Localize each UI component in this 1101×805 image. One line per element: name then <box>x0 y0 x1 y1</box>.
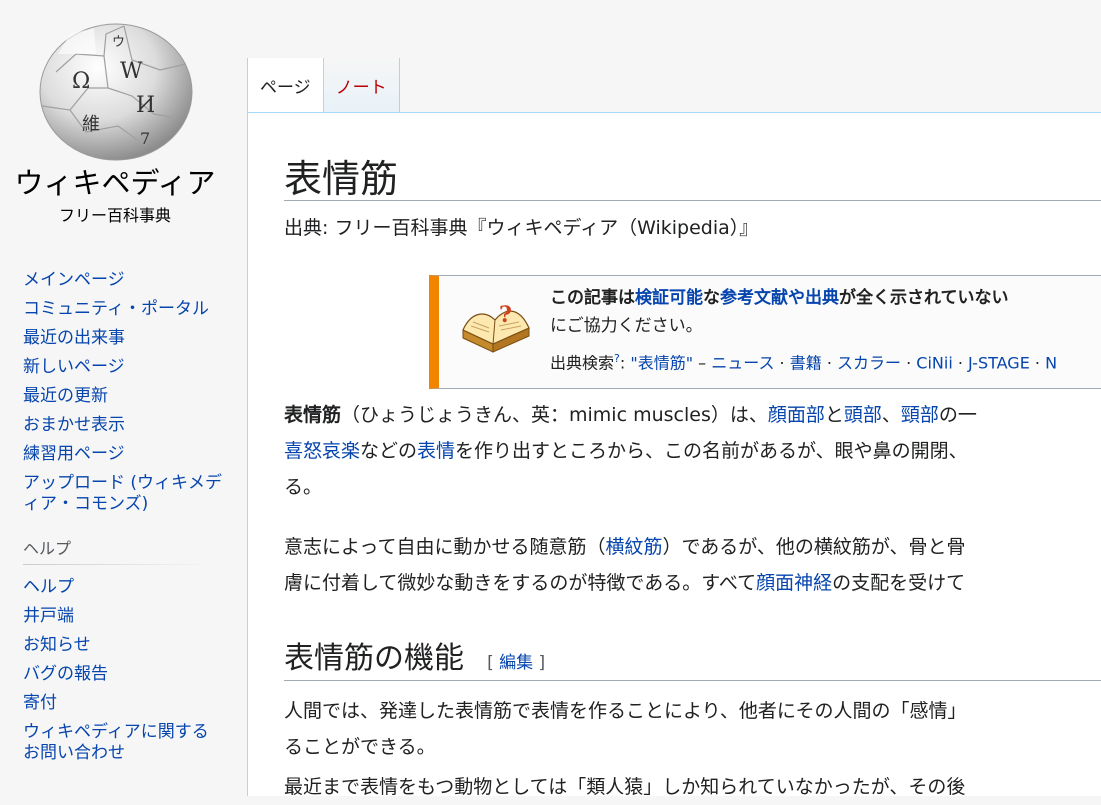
sidebar-item-village-pump[interactable]: 井戸端 <box>23 606 223 627</box>
edit-section-link[interactable]: 編集 <box>499 653 533 673</box>
tab-page[interactable]: ページ <box>247 58 324 112</box>
intro-text: などの <box>360 440 418 462</box>
intro-text: を作り出すところから、この名前があるが、眼や鼻の開閉、 <box>455 440 968 462</box>
source-search-colon: : <box>619 353 631 373</box>
search-jstage-link[interactable]: J-STAGE <box>968 353 1030 372</box>
title-divider <box>284 200 1101 201</box>
intro-line-3: る。 <box>284 476 323 498</box>
verifiability-link[interactable]: 検証可能 <box>635 288 703 308</box>
sidebar-item-community-portal[interactable]: コミュニティ・ポータル <box>23 299 223 320</box>
search-books-link[interactable]: 書籍 <box>790 353 822 372</box>
search-sep: · <box>774 353 790 373</box>
notice-text-c: な <box>703 288 720 308</box>
article-subject: 表情筋 <box>284 404 342 426</box>
function-paragraph: 人間では、発達した表情筋で表情を作ることにより、他者にその人間の「感情」 ること… <box>284 693 1101 765</box>
page-tabs: ページ ノート <box>247 58 400 113</box>
sidebar-item-new-pages[interactable]: 新しいページ <box>23 357 223 378</box>
globe-glyph-7: 7 <box>140 129 150 148</box>
notice-cooperate-text: にご協力ください。 <box>550 316 703 336</box>
section-edit: [ 編集 ] <box>487 653 545 673</box>
intro-text: の一 <box>938 404 977 426</box>
source-search-label: 出典検索 <box>550 353 615 373</box>
intro-paragraph: 表情筋（ひょうじょうきん、英：mimic muscles）は、顔面部と頭部、頸部… <box>284 397 1101 505</box>
search-scholar-link[interactable]: スカラー <box>837 353 901 372</box>
site-subtitle: 出典: フリー百科事典『ウィキペディア（Wikipedia）』 <box>284 217 759 239</box>
page-title: 表情筋 <box>284 157 399 201</box>
sidebar-help-list: ヘルプ 井戸端 お知らせ バグの報告 寄付 ウィキペディアに関するお問い合わせ <box>23 577 223 764</box>
search-cinii-link[interactable]: CiNii <box>916 353 952 372</box>
book-question-icon: ? <box>462 302 530 353</box>
edit-bracket-open: [ <box>487 653 500 673</box>
striated-muscle-link[interactable]: 横紋筋 <box>605 536 662 558</box>
search-sep: · <box>952 353 969 373</box>
muscle-text: ）であるが、他の横紋筋が、骨と骨 <box>662 536 966 558</box>
sidebar-item-sandbox[interactable]: 練習用ページ <box>23 444 223 465</box>
intro-text: と <box>824 404 844 426</box>
sidebar-item-current-events[interactable]: 最近の出来事 <box>23 328 223 349</box>
sidebar-item-bug-report[interactable]: バグの報告 <box>23 664 223 685</box>
muscle-text: 意志によって自由に動かせる随意筋（ <box>284 536 606 558</box>
facial-nerve-link[interactable]: 顔面神経 <box>756 572 832 594</box>
notice-text-a: この記事は <box>550 288 635 308</box>
sidebar-help-heading: ヘルプ <box>23 535 213 565</box>
tab-talk[interactable]: ノート <box>323 58 400 112</box>
source-search-row: 出典検索?: "表情筋" – ニュース · 書籍 · スカラー · CiNii … <box>550 341 1101 381</box>
svg-text:?: ? <box>499 302 512 328</box>
sidebar: メインページ コミュニティ・ポータル 最近の出来事 新しいページ 最近の更新 お… <box>23 270 223 772</box>
logo-tagline: フリー百科事典 <box>58 206 171 225</box>
search-sep: · <box>821 353 837 373</box>
muscle-text: の支配を受けて <box>832 572 966 594</box>
animals-paragraph: 最近まで表情をもつ動物としては「類人猿」しか知られていなかったが、その後 <box>284 769 1101 805</box>
search-sep: · <box>901 353 917 373</box>
notice-main-text: この記事は検証可能な参考文献や出典が全く示されていない <box>550 285 1101 311</box>
muscle-text: 膚に付着して微妙な動きをするのが特徴である。すべて <box>284 572 757 594</box>
sidebar-item-random-page[interactable]: おまかせ表示 <box>23 415 223 436</box>
emotions-link[interactable]: 喜怒哀楽 <box>284 440 360 462</box>
neck-link[interactable]: 頸部 <box>901 404 939 426</box>
article-content: 表情筋 出典: フリー百科事典『ウィキペディア（Wikipedia）』 ? この… <box>247 112 1101 798</box>
section-heading: 表情筋の機能 [ 編集 ] <box>284 633 1101 677</box>
globe-glyph-wei: 維 <box>82 114 100 135</box>
search-more-link[interactable]: N <box>1045 353 1057 372</box>
expression-link[interactable]: 表情 <box>417 440 455 462</box>
sidebar-item-main-page[interactable]: メインページ <box>23 270 223 291</box>
muscle-type-paragraph: 意志によって自由に動かせる随意筋（横紋筋）であるが、他の横紋筋が、骨と骨 膚に付… <box>284 529 1101 601</box>
section-divider <box>284 680 1101 681</box>
search-term-link[interactable]: "表情筋" <box>630 353 693 372</box>
globe-glyph-i: И <box>136 93 155 118</box>
intro-text: （ひょうじょうきん、英：mimic muscles）は、 <box>341 404 768 426</box>
sidebar-item-contact[interactable]: ウィキペディアに関するお問い合わせ <box>23 722 223 764</box>
globe-glyph-u: ウ <box>112 35 125 50</box>
notice-text-e: が全く示されていない <box>839 288 1009 308</box>
edit-bracket-close: ] <box>533 653 546 673</box>
intro-line-1: 表情筋（ひょうじょうきん、英：mimic muscles）は、顔面部と頭部、頸部… <box>284 397 1101 433</box>
function-line-1: 人間では、発達した表情筋で表情を作ることにより、他者にその人間の「感情」 <box>284 700 967 722</box>
intro-text: 、 <box>881 404 901 426</box>
head-link[interactable]: 頭部 <box>844 404 882 426</box>
face-link[interactable]: 顔面部 <box>768 404 825 426</box>
muscle-line-2: 膚に付着して微妙な動きをするのが特徴である。すべて顔面神経の支配を受けて <box>284 565 1101 601</box>
function-line-2: ることができる。 <box>284 736 436 758</box>
globe-glyph-w: W <box>120 59 143 84</box>
search-dash: – <box>693 353 712 373</box>
animals-line-1: 最近まで表情をもつ動物としては「類人猿」しか知られていなかったが、その後 <box>284 776 966 798</box>
sidebar-item-upload[interactable]: アップロード (ウィキメディア・コモンズ) <box>23 473 223 515</box>
search-news-link[interactable]: ニュース <box>711 353 774 372</box>
search-sep: · <box>1029 353 1046 373</box>
references-link[interactable]: 参考文献や出典 <box>720 288 839 308</box>
sidebar-item-announcements[interactable]: お知らせ <box>23 635 223 656</box>
globe-glyph-omega: Ω <box>72 69 90 94</box>
intro-line-2: 喜怒哀楽などの表情を作り出すところから、この名前があるが、眼や鼻の開閉、 <box>284 433 1101 469</box>
wikipedia-logo[interactable]: Ω W И 維 ウ 7 ウィキペディア フリー百科事典 <box>0 0 236 230</box>
sidebar-item-help[interactable]: ヘルプ <box>23 577 223 598</box>
sidebar-item-recent-changes[interactable]: 最近の更新 <box>23 386 223 407</box>
section-title: 表情筋の機能 <box>284 641 464 676</box>
muscle-line-1: 意志によって自由に動かせる随意筋（横紋筋）であるが、他の横紋筋が、骨と骨 <box>284 529 1101 565</box>
notice-box: ? この記事は検証可能な参考文献や出典が全く示されていない にご協力ください。 … <box>429 275 1101 389</box>
logo-wordmark: ウィキペディア <box>14 166 216 200</box>
sidebar-item-donate[interactable]: 寄付 <box>23 693 223 714</box>
sidebar-navigation: メインページ コミュニティ・ポータル 最近の出来事 新しいページ 最近の更新 お… <box>23 270 223 515</box>
puzzle-globe-icon: Ω W И 維 ウ 7 <box>39 23 193 161</box>
